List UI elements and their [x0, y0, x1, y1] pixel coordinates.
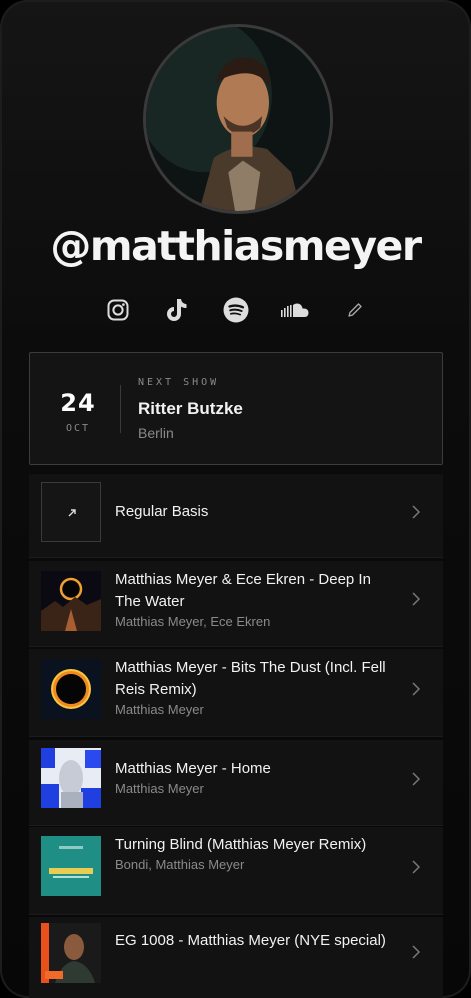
next-show-day: 24 — [60, 389, 96, 417]
profile-page: @matthiasmeyer 24 OCT NEXT SHOW Ritter B… — [0, 0, 471, 998]
list-item[interactable]: Matthias Meyer & Ece Ekren - Deep In The… — [29, 561, 443, 647]
list-item[interactable]: Matthias Meyer - Home Matthias Meyer — [29, 740, 443, 826]
instagram-icon[interactable] — [104, 296, 132, 324]
arrow-icon — [41, 482, 101, 542]
cover-portrait-orange — [41, 923, 101, 983]
chevron-right-icon — [412, 945, 421, 959]
cover-eclipse-landscape — [41, 571, 101, 631]
next-show-label: NEXT SHOW — [138, 377, 220, 388]
list-item[interactable]: Regular Basis — [29, 474, 443, 558]
next-show-city: Berlin — [138, 425, 174, 441]
item-title: EG 1008 - Matthias Meyer (NYE special) — [115, 932, 386, 949]
item-title: Matthias Meyer & Ece Ekren - Deep In The… — [115, 571, 371, 610]
pencil-icon[interactable] — [341, 296, 369, 324]
cover-teal — [41, 836, 101, 896]
tiktok-icon[interactable] — [163, 296, 191, 324]
item-subtitle: Bondi, Matthias Meyer — [115, 857, 245, 872]
item-subtitle: Matthias Meyer — [115, 702, 204, 717]
profile-handle: @matthiasmeyer — [50, 222, 422, 270]
soundcloud-icon[interactable] — [281, 296, 309, 324]
chevron-right-icon — [412, 682, 421, 696]
list-item[interactable]: EG 1008 - Matthias Meyer (NYE special) — [29, 917, 443, 998]
avatar-photo — [146, 27, 330, 211]
item-title: Matthias Meyer - Home — [115, 760, 271, 777]
next-show-venue: Ritter Butzke — [138, 399, 243, 418]
spotify-icon[interactable] — [222, 296, 250, 324]
social-links — [0, 296, 471, 326]
list-item[interactable]: Turning Blind (Matthias Meyer Remix) Bon… — [29, 827, 443, 915]
avatar — [143, 24, 333, 214]
cover-blue-figure — [41, 748, 101, 808]
item-title: Regular Basis — [115, 503, 209, 520]
chevron-right-icon — [412, 772, 421, 786]
chevron-right-icon — [412, 860, 421, 874]
next-show-divider — [120, 385, 121, 433]
next-show-card[interactable]: 24 OCT NEXT SHOW Ritter Butzke Berlin — [29, 352, 443, 465]
item-subtitle: Matthias Meyer, Ece Ekren — [115, 614, 271, 629]
next-show-month: OCT — [65, 423, 91, 434]
list-item[interactable]: Matthias Meyer - Bits The Dust (Incl. Fe… — [29, 649, 443, 737]
cover-eclipse — [41, 659, 101, 719]
chevron-right-icon — [412, 592, 421, 606]
item-subtitle: Matthias Meyer — [115, 781, 204, 796]
item-title: Matthias Meyer - Bits The Dust (Incl. Fe… — [115, 659, 386, 698]
item-title: Turning Blind (Matthias Meyer Remix) — [115, 836, 367, 853]
chevron-right-icon — [412, 505, 421, 519]
